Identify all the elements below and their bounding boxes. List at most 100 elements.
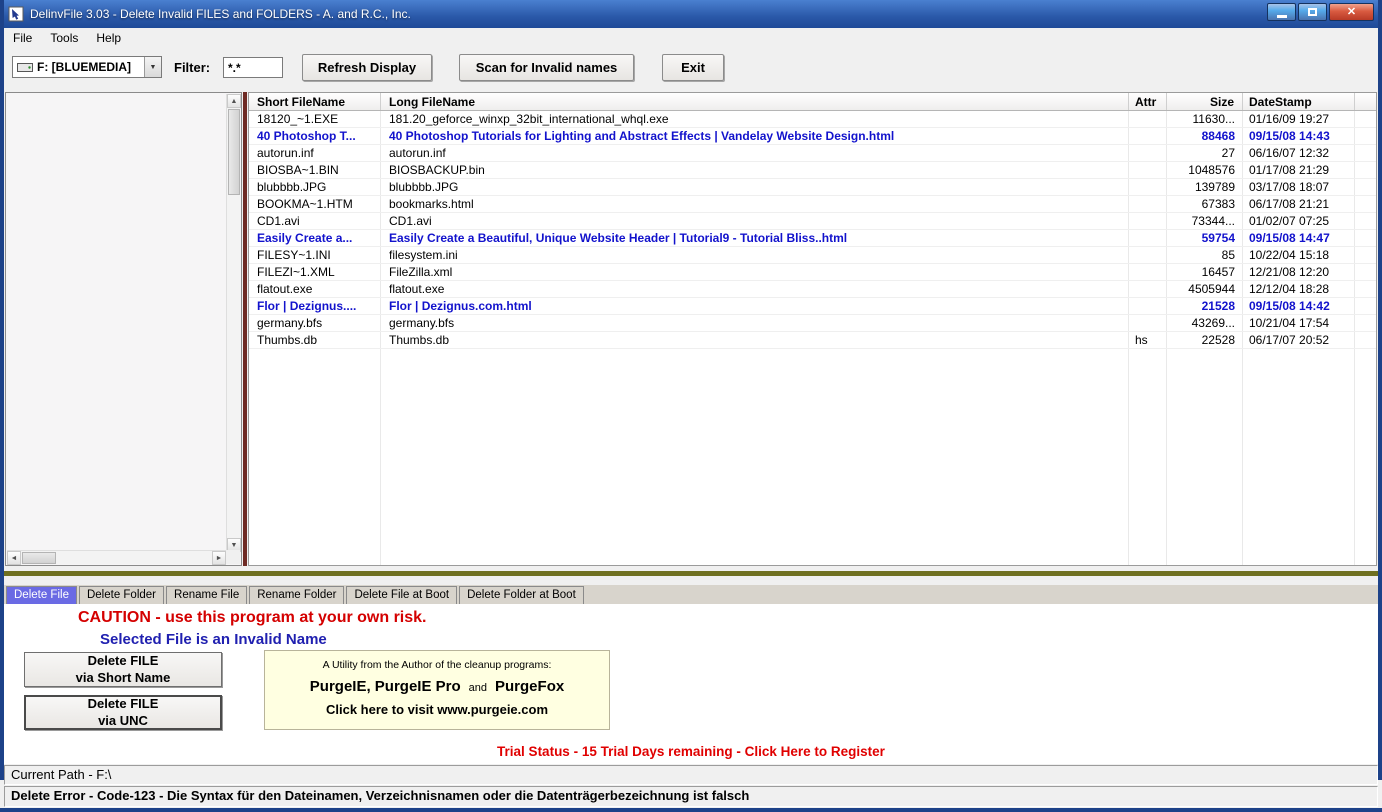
- tab-strip: Delete File Delete Folder Rename File Renam…: [4, 585, 1378, 604]
- tree-horizontal-scrollbar[interactable]: ◄ ►: [7, 550, 226, 565]
- table-row[interactable]: FILEZI~1.XML FileZilla.xml 16457 12/21/08 1…: [249, 264, 1376, 281]
- cell-size: 73344...: [1191, 214, 1235, 228]
- scroll-up-icon[interactable]: ▲: [227, 94, 241, 108]
- cell-size: 88468: [1201, 129, 1235, 143]
- scan-invalid-names-button[interactable]: Scan for Invalid names: [459, 54, 634, 81]
- promo-and: and: [468, 682, 488, 694]
- delete-file-short-name-button[interactable]: Delete FILE via Short Name: [24, 652, 222, 687]
- promo-box[interactable]: A Utility from the Author of the cleanup…: [264, 650, 610, 730]
- cell-stub: [1355, 230, 1376, 246]
- maximize-icon: [1308, 8, 1317, 16]
- cell-stub: [1355, 298, 1376, 314]
- cell-short: flatout.exe: [257, 282, 313, 296]
- table-row[interactable]: blubbbb.JPG blubbbb.JPG 139789 03/17/08 18:…: [249, 179, 1376, 196]
- table-row[interactable]: Thumbs.db Thumbs.db hs 22528 06/17/07 20:52: [249, 332, 1376, 349]
- table-row[interactable]: germany.bfs germany.bfs 43269... 10/21/04 1…: [249, 315, 1376, 332]
- promo-product-2: PurgeFox: [495, 678, 565, 695]
- exit-button[interactable]: Exit: [662, 54, 724, 81]
- cell-attr: hs: [1135, 333, 1148, 347]
- column-header-long-filename[interactable]: Long FileName: [381, 93, 1129, 110]
- promo-link[interactable]: Click here to visit www.purgeie.com: [265, 702, 609, 717]
- tab-delete-folder-at-boot[interactable]: Delete Folder at Boot: [459, 586, 584, 604]
- cell-stub: [1355, 145, 1376, 161]
- drive-selector[interactable]: F: [BLUEMEDIA] ▼: [12, 56, 162, 78]
- cell-size: 21528: [1201, 299, 1235, 313]
- cell-date: 12/12/04 18:28: [1249, 282, 1330, 296]
- cell-stub: [1355, 264, 1376, 280]
- column-header-size[interactable]: Size: [1167, 93, 1243, 110]
- column-header-attr[interactable]: Attr: [1129, 93, 1167, 110]
- column-header-datestamp[interactable]: DateStamp: [1243, 93, 1355, 110]
- cell-size: 139789: [1194, 180, 1235, 194]
- cell-attr: [1129, 213, 1167, 229]
- cell-date: 09/15/08 14:43: [1249, 129, 1330, 143]
- cell-long: Thumbs.db: [389, 333, 450, 347]
- table-row[interactable]: FILESY~1.INI filesystem.ini 85 10/22/04 15:…: [249, 247, 1376, 264]
- cell-date: 09/15/08 14:42: [1249, 299, 1330, 313]
- close-icon: ✕: [1346, 5, 1357, 18]
- file-list-body[interactable]: 18120_~1.EXE 181.20_geforce_winxp_32bit_i…: [249, 111, 1376, 565]
- tab-delete-file-at-boot[interactable]: Delete File at Boot: [346, 586, 458, 604]
- minimize-icon: [1276, 14, 1287, 18]
- cell-stub: [1355, 213, 1376, 229]
- delete-file-unc-button[interactable]: Delete FILE via UNC: [24, 695, 222, 730]
- filter-input[interactable]: [223, 57, 283, 78]
- tree-vertical-scrollbar[interactable]: ▲ ▼: [226, 94, 241, 552]
- cell-attr: [1129, 230, 1167, 246]
- panel-splitter[interactable]: [243, 92, 247, 566]
- table-row[interactable]: BOOKMA~1.HTM bookmarks.html 67383 06/17/08 …: [249, 196, 1376, 213]
- titlebar[interactable]: DelinvFile 3.03 - Delete Invalid FILES a…: [0, 0, 1382, 28]
- menu-file[interactable]: File: [4, 29, 41, 47]
- table-row[interactable]: flatout.exe flatout.exe 4505944 12/12/04 18…: [249, 281, 1376, 298]
- caution-text: CAUTION - use this program at your own r…: [78, 609, 427, 626]
- cell-size: 27: [1221, 146, 1235, 160]
- close-button[interactable]: ✕: [1329, 3, 1374, 21]
- trial-status-link[interactable]: Trial Status - 15 Trial Days remaining -…: [4, 744, 1378, 759]
- horizontal-scroll-thumb[interactable]: [22, 552, 56, 564]
- cell-size: 67383: [1201, 197, 1235, 211]
- scroll-right-icon[interactable]: ►: [212, 551, 226, 565]
- table-row[interactable]: CD1.avi CD1.avi 73344... 01/02/07 07:25: [249, 213, 1376, 230]
- menu-tools[interactable]: Tools: [41, 29, 87, 47]
- cell-date: 12/21/08 12:20: [1249, 265, 1330, 279]
- cell-date: 01/17/08 21:29: [1249, 163, 1330, 177]
- table-row[interactable]: autorun.inf autorun.inf 27 06/16/07 12:32: [249, 145, 1376, 162]
- tab-delete-file[interactable]: Delete File: [6, 586, 77, 604]
- window-controls: ✕: [1267, 3, 1374, 21]
- cell-short: BOOKMA~1.HTM: [257, 197, 353, 211]
- promo-heading: A Utility from the Author of the cleanup…: [322, 659, 552, 671]
- folder-tree-panel[interactable]: ▲ ▼ ◄ ►: [5, 92, 242, 566]
- cell-long: CD1.avi: [389, 214, 432, 228]
- minimize-button[interactable]: [1267, 3, 1296, 21]
- button-line1: Delete FILE: [87, 696, 159, 712]
- cell-short: Flor | Dezignus....: [257, 299, 357, 313]
- cell-stub: [1355, 247, 1376, 263]
- table-row[interactable]: Flor | Dezignus.... Flor | Dezignus.com.h…: [249, 298, 1376, 315]
- cell-long: autorun.inf: [389, 146, 446, 160]
- tab-rename-folder[interactable]: Rename Folder: [249, 586, 345, 604]
- app-window: DelinvFile 3.03 - Delete Invalid FILES a…: [0, 0, 1382, 812]
- status-current-path: Current Path - F:\: [4, 765, 1378, 785]
- table-row[interactable]: Easily Create a... Easily Create a Beauti…: [249, 230, 1376, 247]
- cell-short: FILESY~1.INI: [257, 248, 331, 262]
- cell-attr: [1129, 281, 1167, 297]
- window-title: DelinvFile 3.03 - Delete Invalid FILES a…: [30, 7, 411, 21]
- menu-help[interactable]: Help: [87, 29, 130, 47]
- table-row[interactable]: 18120_~1.EXE 181.20_geforce_winxp_32bit_i…: [249, 111, 1376, 128]
- table-row[interactable]: BIOSBA~1.BIN BIOSBACKUP.bin 1048576 01/17/0…: [249, 162, 1376, 179]
- column-header-short-filename[interactable]: Short FileName: [249, 93, 381, 110]
- toolbar: F: [BLUEMEDIA] ▼ Filter: Refresh Display…: [4, 47, 1378, 88]
- cell-date: 06/17/07 20:52: [1249, 333, 1330, 347]
- cell-date: 01/02/07 07:25: [1249, 214, 1330, 228]
- vertical-scroll-thumb[interactable]: [228, 109, 240, 195]
- cell-attr: [1129, 247, 1167, 263]
- cell-stub: [1355, 315, 1376, 331]
- tab-rename-file[interactable]: Rename File: [166, 586, 248, 604]
- cell-long: FileZilla.xml: [389, 265, 453, 279]
- chevron-down-icon[interactable]: ▼: [144, 57, 161, 77]
- maximize-button[interactable]: [1298, 3, 1327, 21]
- tab-delete-folder[interactable]: Delete Folder: [78, 586, 165, 604]
- table-row[interactable]: 40 Photoshop T... 40 Photoshop Tutorials …: [249, 128, 1376, 145]
- scroll-left-icon[interactable]: ◄: [7, 551, 21, 565]
- refresh-display-button[interactable]: Refresh Display: [302, 54, 432, 81]
